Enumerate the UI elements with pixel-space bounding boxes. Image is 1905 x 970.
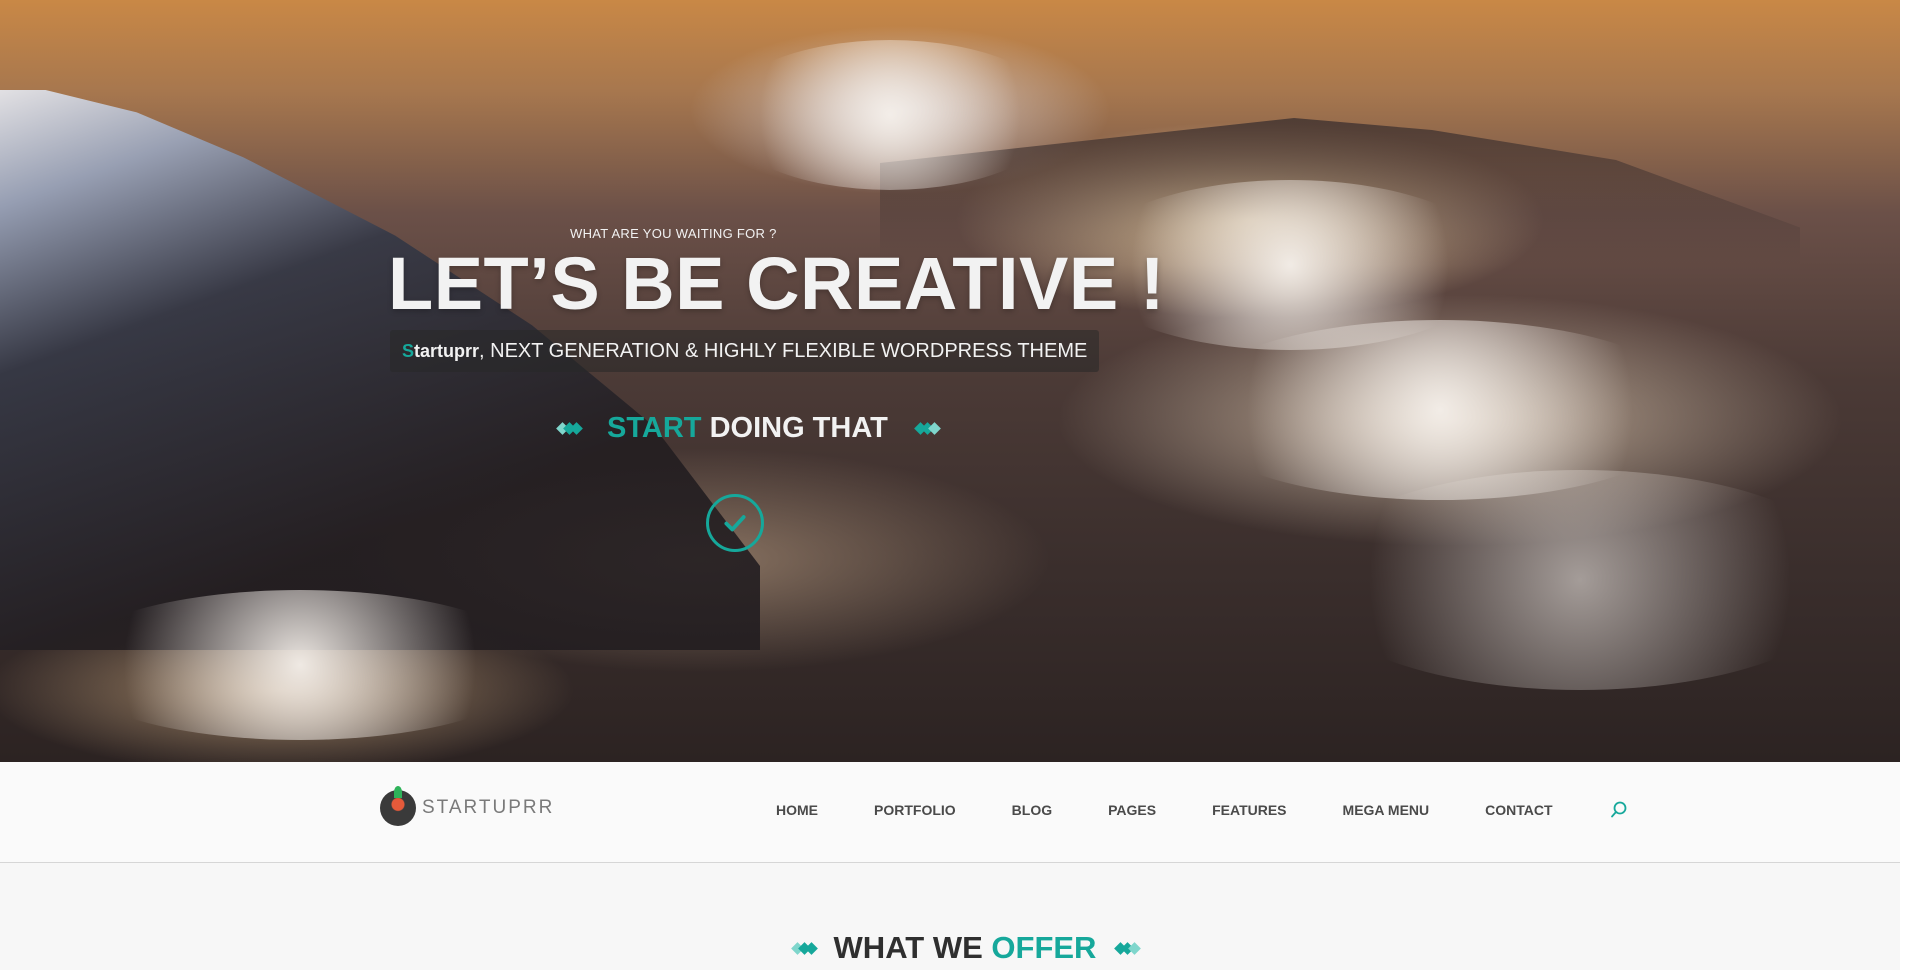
offer-title-accent: OFFER <box>991 930 1097 965</box>
hero-pretitle: WHAT ARE YOU WAITING FOR ? <box>570 226 777 241</box>
hero-tagline: Startuprr, NEXT GENERATION & HIGHLY FLEX… <box>390 330 1100 372</box>
site-logo[interactable]: STARTUPRR <box>380 786 555 826</box>
logo-mark-icon <box>380 786 416 826</box>
checkmark-button[interactable] <box>706 494 764 552</box>
scrollbar-track[interactable] <box>1900 0 1905 970</box>
tagline-brand-rest: tartuprr <box>414 340 480 361</box>
nav-item-portfolio[interactable]: PORTFOLIO <box>874 802 956 818</box>
offer-title: WHAT WE OFFER <box>834 930 1097 966</box>
logo-text: STARTUPRR <box>422 797 555 818</box>
nav-item-pages[interactable]: PAGES <box>1108 802 1156 818</box>
tagline-brand-initial: S <box>402 340 415 361</box>
hero-headline: LET’S BE CREATIVE ! <box>388 242 1165 325</box>
diamond-divider-right-icon <box>913 422 941 435</box>
diamond-divider-left-icon <box>790 941 818 955</box>
diamond-divider-right-icon <box>1114 941 1142 955</box>
hero-cta: START DOING THAT <box>556 412 941 445</box>
nav-menu: HOME PORTFOLIO BLOG PAGES FEATURES MEGA … <box>776 800 1629 820</box>
cta-heading-accent: START <box>607 412 702 444</box>
hero-cloud <box>1300 470 1860 690</box>
nav-item-home[interactable]: HOME <box>776 802 818 818</box>
nav-item-features[interactable]: FEATURES <box>1212 802 1286 818</box>
checkmark-icon <box>724 515 746 532</box>
offer-heading-row: WHAT WE OFFER <box>790 930 1142 966</box>
cta-heading: START DOING THAT <box>607 412 888 445</box>
main-navbar: STARTUPRR HOME PORTFOLIO BLOG PAGES FEAT… <box>0 762 1900 863</box>
tagline-text: , NEXT GENERATION & HIGHLY FLEXIBLE WORD… <box>479 339 1088 362</box>
search-icon[interactable] <box>1609 800 1629 820</box>
hero-cloud <box>720 40 1060 190</box>
offer-title-main: WHAT WE <box>833 930 992 965</box>
nav-item-mega-menu[interactable]: MEGA MENU <box>1343 802 1430 818</box>
nav-item-contact[interactable]: CONTACT <box>1485 802 1552 818</box>
hero-cloud <box>60 590 540 740</box>
nav-item-blog[interactable]: BLOG <box>1012 802 1052 818</box>
tagline-brand: Startuprr <box>402 341 479 362</box>
offer-section-heading: WHAT WE OFFER <box>0 930 1900 966</box>
hero-banner: WHAT ARE YOU WAITING FOR ? LET’S BE CREA… <box>0 0 1900 762</box>
cta-heading-rest: DOING THAT <box>701 412 888 444</box>
diamond-divider-left-icon <box>556 422 583 435</box>
